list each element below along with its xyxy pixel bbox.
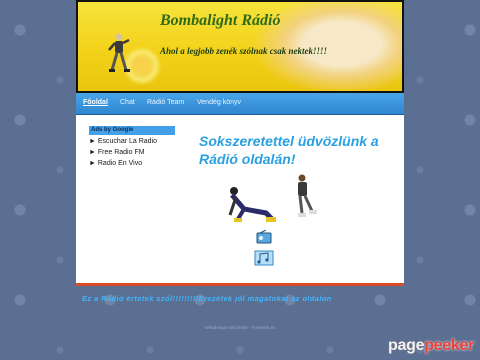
nav-item-radio-team[interactable]: Rádió Team (147, 99, 184, 106)
pagepeeker-watermark: pagepeeker (388, 337, 474, 355)
radio-icon (256, 230, 272, 244)
nav-item-home[interactable]: Főoldal (83, 99, 108, 106)
nav-item-guestbook[interactable]: Vendég könyv (197, 99, 241, 106)
page-wrapper: Bombalight Rádió Ahol a legjobb zenék sz… (76, 0, 404, 286)
footer-credit[interactable]: Webdesign készítette - Freeweb.eu (0, 325, 480, 330)
main-navigation: Főoldal Chat Rádió Team Vendég könyv (76, 93, 404, 115)
ad-link[interactable]: ► Radio En Vivo (89, 160, 175, 168)
welcome-heading: Sokszeretettel üdvözlünk a Rádió oldalán… (199, 133, 379, 167)
ad-link[interactable]: ► Escuchar La Radio (89, 138, 175, 146)
breakdancer-image (228, 187, 276, 222)
site-title: Bombalight Rádió (160, 12, 281, 29)
music-icon (254, 250, 274, 266)
ads-box: Ads by Google ► Escuchar La Radio ► Free… (89, 126, 175, 168)
site-slogan: Ahol a legjobb zenék szólnak csak nektek… (160, 46, 328, 56)
footer-message: Ez a Rádió értetek szól!!!!!!!!!Érezétek… (82, 294, 332, 303)
watermark-part1: page (388, 337, 425, 354)
ads-header[interactable]: Ads by Google (89, 126, 175, 135)
dancer-image (298, 174, 317, 217)
ad-link[interactable]: ► Free Radio FM (89, 149, 175, 157)
nav-item-chat[interactable]: Chat (120, 99, 135, 106)
banner-dancer-image (108, 33, 130, 72)
watermark-part2: peeker (424, 337, 474, 354)
main-content: Ads by Google ► Escuchar La Radio ► Free… (76, 115, 404, 286)
header-banner: Bombalight Rádió Ahol a legjobb zenék sz… (76, 0, 404, 93)
